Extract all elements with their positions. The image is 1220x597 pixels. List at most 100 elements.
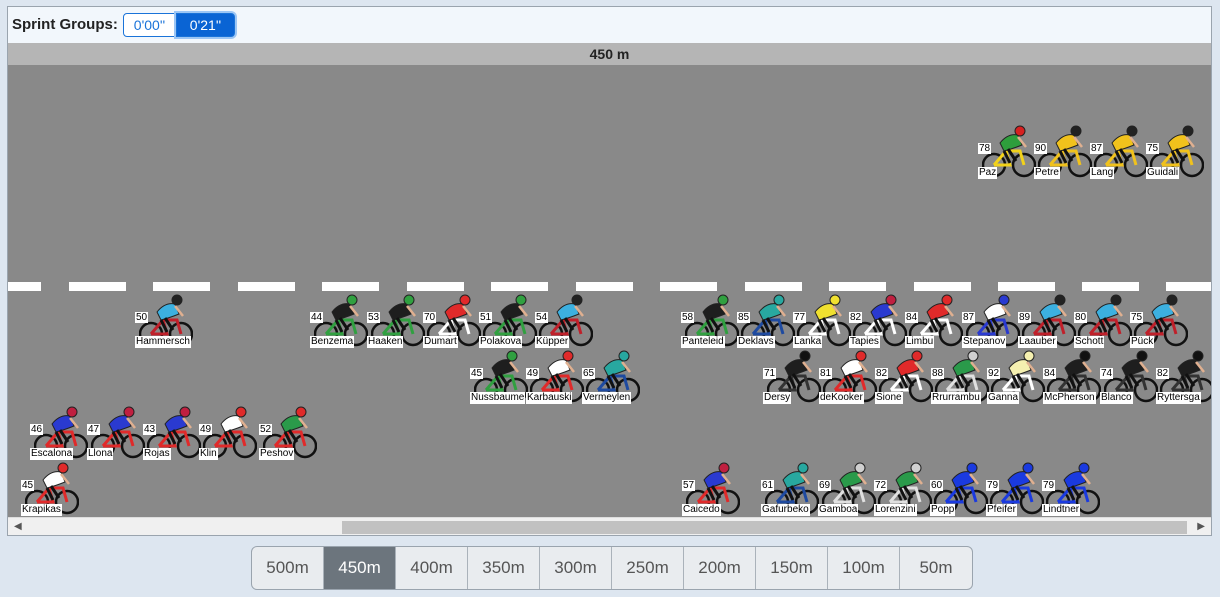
rider-number: 78 <box>978 143 992 154</box>
rider-number: 52 <box>259 424 273 435</box>
rider[interactable]: 79 Lindtner <box>1042 458 1100 517</box>
sprint-group-button-0[interactable]: 0'00'' <box>123 13 176 37</box>
rider-number: 75 <box>1130 312 1144 323</box>
rider[interactable]: 75 Guidali <box>1146 121 1204 187</box>
distance-button-150m[interactable]: 150m <box>756 547 828 589</box>
rider-name: Popp <box>930 504 956 516</box>
rider-number: 70 <box>423 312 437 323</box>
rider[interactable]: 47 Llona <box>87 402 145 468</box>
rider-name: Hammersch <box>135 336 191 348</box>
lane-dash <box>238 282 295 291</box>
sprint-groups-bar: Sprint Groups: 0'00'' 0'21'' <box>8 7 1211 43</box>
distance-button-500m[interactable]: 500m <box>252 547 324 589</box>
rider-name: Panteleid <box>681 336 725 348</box>
rider[interactable]: 45 Krapikas <box>21 458 79 517</box>
rider[interactable]: 52 Peshov <box>259 402 317 468</box>
rider[interactable]: 49 Klin <box>199 402 257 468</box>
rider-number: 53 <box>367 312 381 323</box>
rider-number: 58 <box>681 312 695 323</box>
scrollbar-thumb[interactable] <box>342 521 1187 534</box>
rider-number: 74 <box>1100 368 1114 379</box>
rider[interactable]: 49 Karbauski <box>526 346 584 412</box>
rider[interactable]: 78 Paz <box>978 121 1036 187</box>
distance-button-300m[interactable]: 300m <box>540 547 612 589</box>
rider[interactable]: 88 Rrurrambu <box>931 346 989 412</box>
rider[interactable]: 74 Blanco <box>1100 346 1158 412</box>
rider-number: 49 <box>199 424 213 435</box>
rider-number: 82 <box>875 368 889 379</box>
rider-number: 88 <box>931 368 945 379</box>
rider-name: Gafurbeko <box>761 504 810 516</box>
rider-number: 85 <box>737 312 751 323</box>
scroll-left-arrow-icon[interactable]: ◀ <box>14 521 22 532</box>
rider-number: 89 <box>1018 312 1032 323</box>
rider-name: Paz <box>978 167 998 179</box>
rider-name: Guidali <box>1146 167 1180 179</box>
rider[interactable]: 44 Benzema <box>310 290 368 356</box>
rider-number: 84 <box>1043 368 1057 379</box>
distance-button-250m[interactable]: 250m <box>612 547 684 589</box>
rider[interactable]: 79 Pfeifer <box>986 458 1044 517</box>
rider-name: deKooker <box>819 392 864 404</box>
rider-name: Ryttersga <box>1156 392 1201 404</box>
rider-number: 49 <box>526 368 540 379</box>
road: 78 Paz 90 Petre 87 Lang 75 Guidali 50 Hammersch 44… <box>8 65 1211 517</box>
rider[interactable]: 72 Lorenzini <box>874 458 932 517</box>
rider[interactable]: 92 Ganna <box>987 346 1045 412</box>
rider-number: 82 <box>849 312 863 323</box>
rider[interactable]: 69 Gamboa <box>818 458 876 517</box>
scroll-right-arrow-icon[interactable]: ▶ <box>1197 521 1205 532</box>
rider-number: 77 <box>793 312 807 323</box>
rider-number: 61 <box>761 480 775 491</box>
rider[interactable]: 82 Sione <box>875 346 933 412</box>
distance-button-350m[interactable]: 350m <box>468 547 540 589</box>
rider[interactable]: 58 Panteleid <box>681 290 739 356</box>
rider-name: Lindtner <box>1042 504 1081 516</box>
rider[interactable]: 43 Rojas <box>143 402 201 468</box>
lane-dash <box>69 282 126 291</box>
rider-number: 45 <box>21 480 35 491</box>
rider-number: 69 <box>818 480 832 491</box>
distance-button-450m[interactable]: 450m <box>324 547 396 589</box>
rider-number: 46 <box>30 424 44 435</box>
rider-name: Ganna <box>987 392 1020 404</box>
rider-name: Petre <box>1034 167 1060 179</box>
sprint-groups-label: Sprint Groups: <box>12 16 118 33</box>
rider-number: 80 <box>1074 312 1088 323</box>
rider[interactable]: 90 Petre <box>1034 121 1092 187</box>
rider-number: 79 <box>1042 480 1056 491</box>
rider-number: 82 <box>1156 368 1170 379</box>
rider[interactable]: 53 Haaken <box>367 290 425 356</box>
rider-name: Peshov <box>259 448 295 460</box>
rider-number: 45 <box>470 368 484 379</box>
rider-name: McPherson <box>1043 392 1096 404</box>
rider-number: 79 <box>986 480 1000 491</box>
rider[interactable]: 45 Nussbaume <box>470 346 528 412</box>
rider[interactable]: 60 Popp <box>930 458 988 517</box>
distance-button-50m[interactable]: 50m <box>900 547 972 589</box>
rider-number: 90 <box>1034 143 1048 154</box>
rider-name: Sione <box>875 392 903 404</box>
rider[interactable]: 87 Lang <box>1090 121 1148 187</box>
rider[interactable]: 81 deKooker <box>819 346 877 412</box>
rider-name: Rrurrambu <box>931 392 981 404</box>
sprint-group-button-1[interactable]: 0'21'' <box>176 13 235 37</box>
rider-number: 75 <box>1146 143 1160 154</box>
distance-button-200m[interactable]: 200m <box>684 547 756 589</box>
rider[interactable]: 57 Caicedo <box>682 458 740 517</box>
distance-button-100m[interactable]: 100m <box>828 547 900 589</box>
rider[interactable]: 65 Vermeylen <box>582 346 640 412</box>
rider-number: 71 <box>763 368 777 379</box>
rider-name: Pfeifer <box>986 504 1017 516</box>
distance-selector: 500m 450m 400m 350m 300m 250m 200m 150m … <box>251 546 973 590</box>
rider[interactable]: 82 Ryttersga <box>1156 346 1211 412</box>
distance-button-400m[interactable]: 400m <box>396 547 468 589</box>
rider-name: Dersy <box>763 392 792 404</box>
horizontal-scrollbar[interactable]: ◀ ▶ <box>8 517 1211 535</box>
rider[interactable]: 71 Dersy <box>763 346 821 412</box>
race-view: Sprint Groups: 0'00'' 0'21'' 450 m 78 Paz… <box>7 6 1212 536</box>
rider[interactable]: 61 Gafurbeko <box>761 458 819 517</box>
rider[interactable]: 84 McPherson <box>1043 346 1101 412</box>
rider-number: 65 <box>582 368 596 379</box>
rider[interactable]: 50 Hammersch <box>135 290 193 356</box>
